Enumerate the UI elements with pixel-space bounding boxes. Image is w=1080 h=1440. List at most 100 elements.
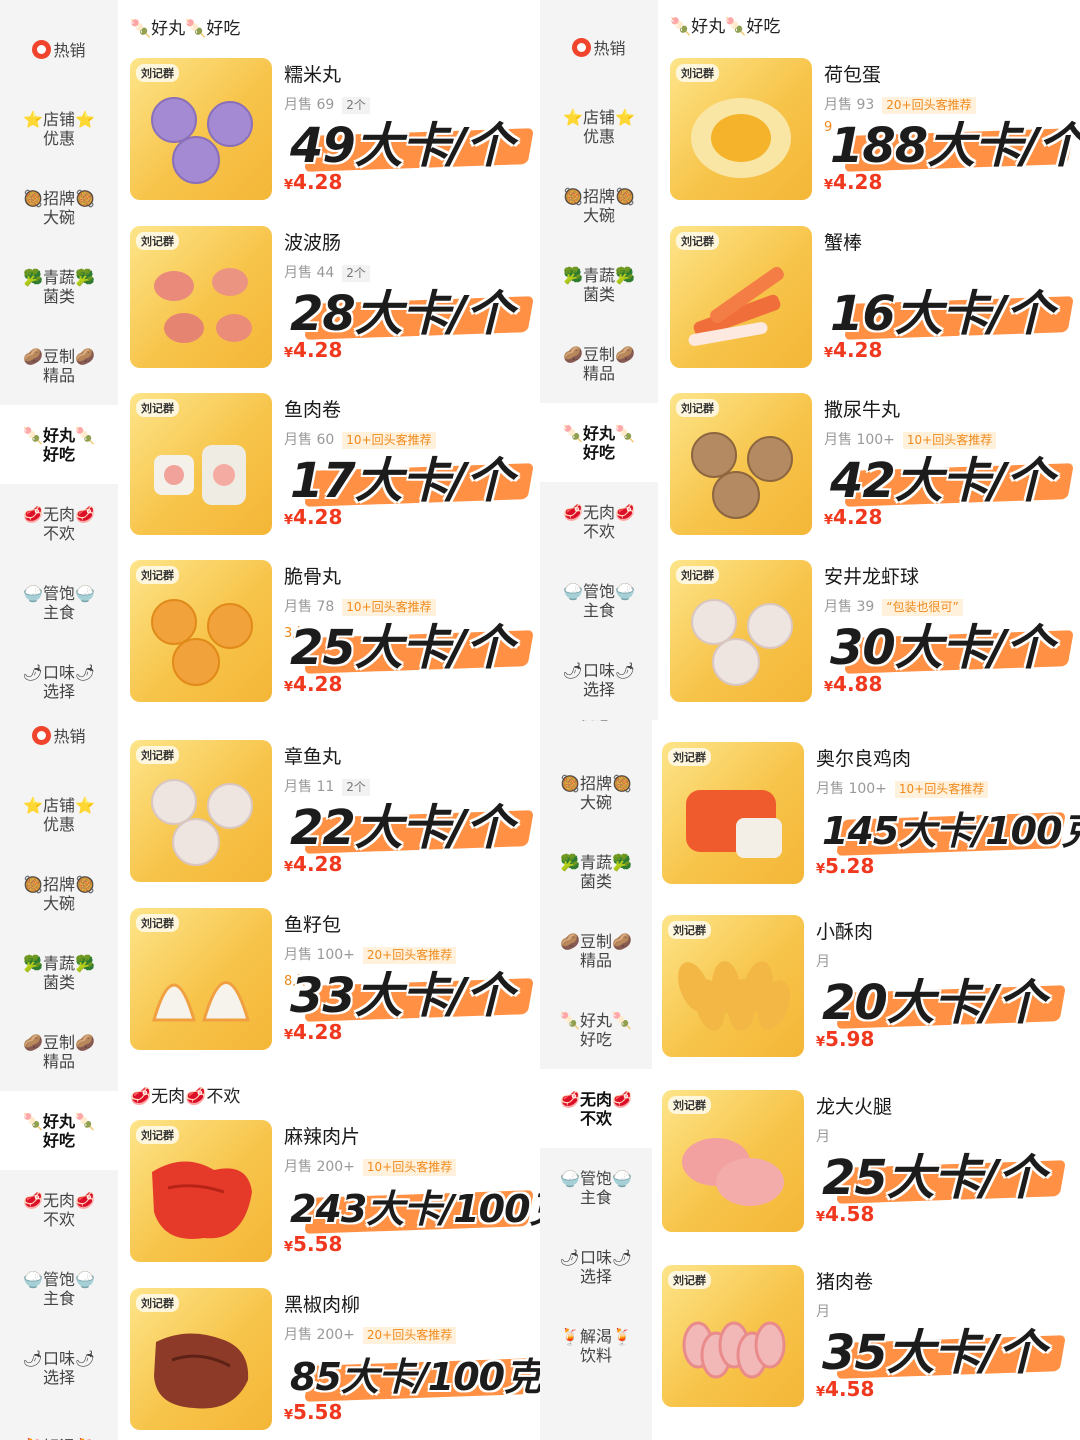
brand-logo-label: 刘记群	[136, 746, 179, 764]
calorie-label: 17大卡/个	[289, 452, 514, 510]
sidebar-category-item[interactable]: 🍚管饱🍚 主食	[0, 1249, 118, 1328]
product-card[interactable]: 刘记群 鱼籽包 月售 100+ 20+回头客推荐 8人 ¥4.28 33大卡/个	[120, 908, 540, 1060]
product-card[interactable]: 刘记群 章鱼丸 月售 11 2个 ¥4.28 22大卡/个	[120, 740, 540, 892]
product-card[interactable]: 刘记群 鱼肉卷 月售 60 10+回头客推荐 ¥4.28 17大卡/个	[120, 393, 540, 545]
sidebar-category-item[interactable]: 🍚管饱🍚 主食	[540, 561, 658, 640]
sidebar-category-item[interactable]: 🥔豆制🥔 精品	[0, 326, 118, 405]
sidebar-category-item[interactable]: 🍹解渴🍹	[0, 1407, 118, 1440]
product-card[interactable]: 刘记群 黑椒肉柳 月售 200+ 20+回头客推荐 ¥5.58 85大卡/100克	[120, 1288, 540, 1440]
product-image[interactable]: 刘记群	[670, 58, 812, 200]
sidebar-category-label: 热销	[572, 37, 626, 58]
sidebar-category-item[interactable]: 🥦青蔬🥦 菌类	[540, 832, 652, 911]
sidebar-category-item[interactable]: ⭐店铺⭐ 优惠	[540, 87, 658, 166]
product-image[interactable]: 刘记群	[130, 1120, 272, 1262]
sidebar-category-item[interactable]: 热销	[540, 8, 658, 87]
product-card[interactable]: 刘记群 奥尔良鸡肉 月售 100+ 10+回头客推荐 ¥5.28 145大卡/100克	[652, 742, 1080, 894]
product-image[interactable]: 刘记群	[670, 560, 812, 702]
sidebar-category-item[interactable]: 🌶口味🌶 选择	[540, 1227, 652, 1306]
food-illustration	[676, 1297, 790, 1393]
product-image[interactable]: 刘记群	[130, 560, 272, 702]
sidebar-category-item[interactable]: 🌶口味🌶 选择	[0, 642, 118, 720]
sidebar-category-item[interactable]: 🥔豆制🥔 精品	[540, 324, 658, 403]
product-image[interactable]: 刘记群	[662, 915, 804, 1057]
product-image[interactable]: 刘记群	[130, 908, 272, 1050]
sidebar-category-item[interactable]: 🍚管饱🍚 主食	[0, 563, 118, 642]
sidebar-category-item[interactable]: 🥘招牌🥘 大碗	[540, 753, 652, 832]
product-card[interactable]: 刘记群 龙大火腿月 ¥4.58 25大卡/个	[652, 1090, 1072, 1242]
product-image[interactable]: 刘记群	[662, 1265, 804, 1407]
sidebar-category-label: 🥔豆制🥔	[560, 931, 632, 951]
calorie-annotation: 188大卡/个	[829, 106, 1080, 175]
sidebar-category-item[interactable]: 🥩无肉🥩 不欢	[540, 1069, 652, 1148]
sidebar-category-label: 优惠	[42, 128, 75, 148]
currency-symbol: ¥	[816, 862, 826, 877]
calorie-label: 25大卡/个	[821, 1149, 1046, 1207]
sidebar-category-item[interactable]: 🥘招牌🥘 大碗	[540, 166, 658, 245]
sidebar-category-label: 好吃	[579, 1029, 612, 1049]
sidebar-category-label: 主食	[579, 1187, 612, 1207]
sidebar-category-item[interactable]: 🍡好丸🍡 好吃	[540, 403, 658, 482]
sidebar-category-item[interactable]: 🍡好丸🍡 好吃	[540, 990, 652, 1069]
sidebar-category-item[interactable]: 🌶口味🌶 选择	[0, 1328, 118, 1407]
sidebar-category-item[interactable]: 🥦青蔬🥦 菌类	[0, 247, 118, 326]
product-card[interactable]: 刘记群 蟹棒 ¥4.28 16大卡/个	[660, 226, 1080, 378]
sidebar-category-item[interactable]: 🥦青蔬🥦 菌类	[0, 933, 118, 1012]
product-name: 章鱼丸	[284, 746, 342, 768]
sidebar-category-item[interactable]: 🥩无肉🥩 不欢	[0, 484, 118, 563]
product-card[interactable]: 刘记群 安井龙虾球 月售 39 “包装也很可” ¥4.88 30大卡/个	[660, 560, 1080, 712]
sidebar-category-item[interactable]: 🥔豆制🥔 精品	[0, 1012, 118, 1091]
product-image[interactable]: 刘记群	[670, 226, 812, 368]
product-image[interactable]: 刘记群	[130, 226, 272, 368]
food-illustration	[144, 940, 258, 1036]
sidebar-category-item[interactable]: 🥦青蔬🥦 菌类	[540, 245, 658, 324]
product-card[interactable]: 刘记群 麻辣肉片 月售 200+ 10+回头客推荐 ¥5.58 243大卡/100克	[120, 1120, 540, 1272]
calorie-annotation: 25大卡/个	[289, 608, 540, 677]
product-card[interactable]: 刘记群 荷包蛋 月售 93 20+回头客推荐 9 ¥4.28 188大卡/个	[660, 58, 1080, 210]
sidebar-category-label: 🍡好丸🍡	[563, 423, 635, 443]
sidebar-category-item[interactable]: ⭐店铺⭐ 优惠	[0, 89, 118, 168]
sidebar-category-item[interactable]: 🥩无肉🥩 不欢	[0, 1170, 118, 1249]
sidebar-category-item[interactable]: 🥘招牌🥘 大碗	[0, 168, 118, 247]
product-card[interactable]: 刘记群 小酥肉月 ¥5.98 20大卡/个	[652, 915, 1072, 1067]
product-image[interactable]: 刘记群	[130, 1288, 272, 1430]
sidebar-category-label: 主食	[42, 1288, 75, 1308]
product-card[interactable]: 刘记群 猪肉卷月 ¥4.58 35大卡/个	[652, 1265, 1072, 1417]
sidebar-category-label: 精品	[42, 365, 75, 385]
sidebar-category-item[interactable]: 🌶口味🌶 选择	[540, 640, 658, 719]
product-image[interactable]: 刘记群	[130, 393, 272, 535]
product-image[interactable]: 刘记群	[670, 393, 812, 535]
product-image[interactable]: 刘记群	[130, 58, 272, 200]
sidebar-category-label: 🍡好丸🍡	[23, 425, 95, 445]
sidebar-category-item[interactable]: 热销	[0, 720, 118, 775]
brand-logo-label: 刘记群	[136, 399, 179, 417]
category-sidebar: 优惠🥘招牌🥘大碗🥦青蔬🥦菌类🥔豆制🥔精品🍡好丸🍡好吃🥩无肉🥩不欢🍚管饱🍚主食🌶口…	[540, 720, 652, 1440]
sidebar-category-item[interactable]: 🍚管饱🍚 主食	[540, 1148, 652, 1227]
sidebar-category-item[interactable]: 🥔豆制🥔 精品	[540, 911, 652, 990]
calorie-label: 30大卡/个	[829, 619, 1054, 677]
sidebar-category-item[interactable]: 🥩无肉🥩 不欢	[540, 482, 658, 561]
fish-roll-food-icon	[154, 445, 246, 505]
product-card[interactable]: 刘记群 脆骨丸 月售 78 10+回头客推荐 3人 ¥4.28 25大卡/个	[120, 560, 540, 712]
product-image[interactable]: 刘记群	[130, 740, 272, 882]
sidebar-category-item[interactable]: 🍡好丸🍡 好吃	[0, 1091, 118, 1170]
calorie-annotation: 85大卡/100克	[289, 1336, 540, 1402]
product-card[interactable]: 刘记群 糯米丸 月售 69 2个 ¥4.28 49大卡/个	[120, 58, 540, 210]
sidebar-category-item[interactable]: ⭐店铺⭐ 优惠	[0, 775, 118, 854]
sidebar-category-item[interactable]: 🥘招牌🥘 大碗	[0, 854, 118, 933]
product-card[interactable]: 刘记群 波波肠 月售 44 2个 ¥4.28 28大卡/个	[120, 226, 540, 378]
category-sidebar: 热销 ⭐店铺⭐ 优惠 🥘招牌🥘 大碗 🥦青蔬🥦 菌类 🥔豆制🥔 精品 🍡好丸🍡 好吃 🥩无肉🥩 不欢 🍚管…	[540, 0, 658, 720]
brand-logo-label: 刘记群	[668, 1271, 711, 1289]
sidebar-category-item[interactable]: 🍡好丸🍡 好吃	[0, 405, 118, 484]
calorie-label: 49大卡/个	[289, 117, 514, 175]
product-card[interactable]: 刘记群 撒尿牛丸 月售 100+ 10+回头客推荐 ¥4.28 42大卡/个	[660, 393, 1080, 545]
sidebar-category-label: 大碗	[42, 893, 75, 913]
menu-panel-bottom-left: 热销 ⭐店铺⭐ 优惠 🥘招牌🥘 大碗 🥦青蔬🥦 菌类 🥔豆制🥔 精品 🍡好丸🍡 好吃 🥩无肉🥩 不欢 🍚管…	[0, 720, 540, 1440]
product-image[interactable]: 刘记群	[662, 742, 804, 884]
product-image[interactable]: 刘记群	[662, 1090, 804, 1232]
sidebar-category-item[interactable]: 热销	[0, 10, 118, 89]
orange-balls-food-icon	[151, 599, 253, 686]
sidebar-category-item[interactable]: 优惠	[540, 720, 652, 753]
sidebar-category-label: 🌶口味🌶	[22, 1348, 96, 1368]
sidebar-category-item[interactable]: 🍹解渴🍹 饮料	[540, 1306, 652, 1385]
sidebar-category-label: 选择	[42, 1367, 75, 1387]
